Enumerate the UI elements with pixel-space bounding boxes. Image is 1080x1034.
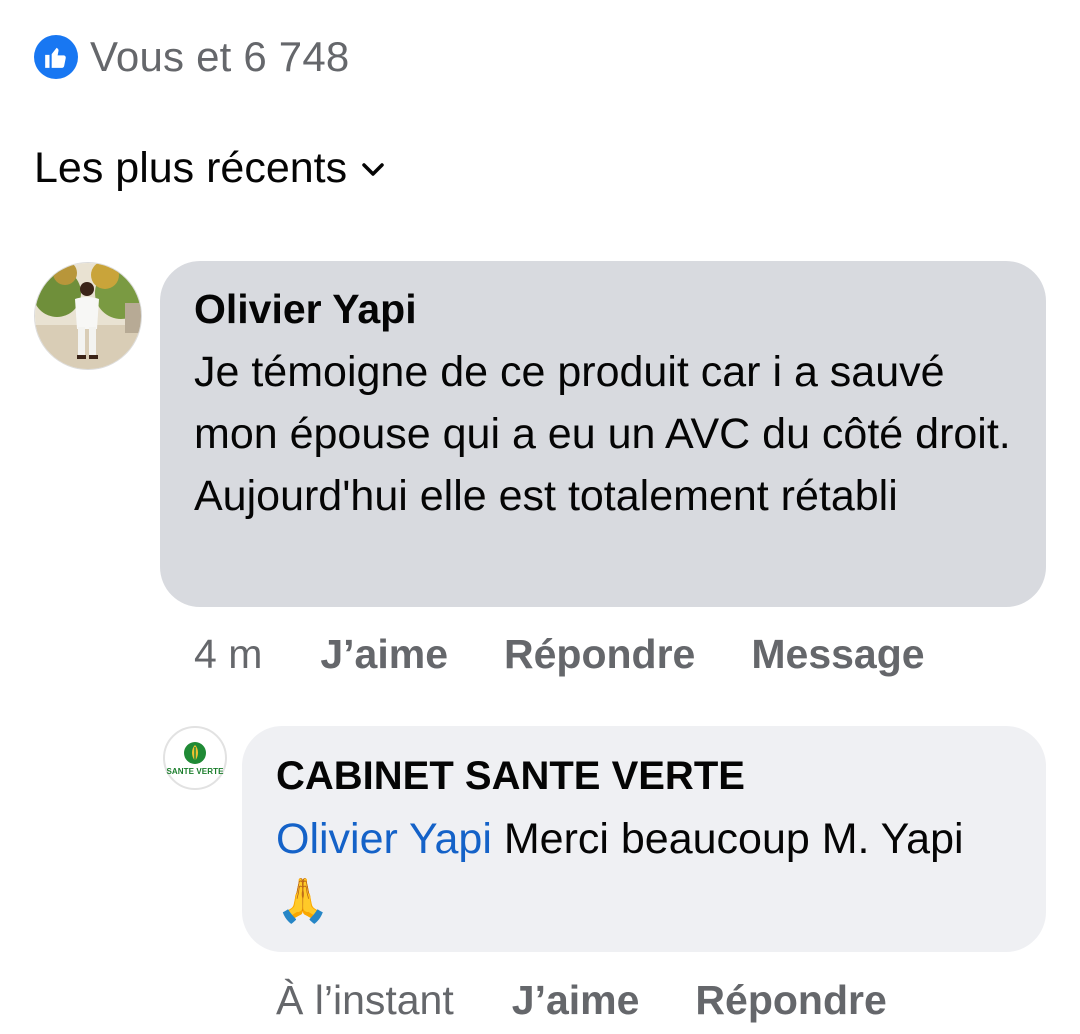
message-button[interactable]: Message xyxy=(751,631,924,678)
reply-reply-button[interactable]: Répondre xyxy=(695,977,886,1024)
comment-text: Je témoigne de ce produit car i a sauvé … xyxy=(194,348,1011,520)
reply-like-button[interactable]: J’aime xyxy=(512,977,640,1024)
reply-bubble: CABINET SANTE VERTE Olivier Yapi Merci b… xyxy=(242,726,1046,952)
chevron-down-icon xyxy=(361,162,385,178)
reply-timestamp[interactable]: À l’instant xyxy=(276,977,454,1024)
reply-actions: À l’instant J’aime Répondre xyxy=(276,972,943,1028)
reply-button[interactable]: Répondre xyxy=(504,631,695,678)
avatar[interactable] xyxy=(34,262,142,370)
reactions-count: Vous et 6 748 xyxy=(90,33,350,80)
page-avatar[interactable]: SANTE VERTE xyxy=(163,726,227,790)
comment-timestamp[interactable]: 4 m xyxy=(194,631,262,678)
reactions-summary[interactable]: Vous et 6 748 xyxy=(34,33,349,81)
mention-link[interactable]: Olivier Yapi xyxy=(276,815,492,863)
sort-dropdown[interactable]: Les plus récents xyxy=(34,140,385,196)
leaf-logo-icon xyxy=(184,741,206,764)
avatar-logo-text: SANTE VERTE xyxy=(166,766,224,776)
sort-label: Les plus récents xyxy=(34,143,348,192)
reply-text-block: Olivier Yapi Merci beaucoup M. Yapi 🙏 xyxy=(276,808,1012,932)
comment-author[interactable]: Olivier Yapi xyxy=(194,283,1012,335)
comment-bubble: Olivier Yapi Je témoigne de ce produit c… xyxy=(160,261,1046,607)
comment-actions: 4 m J’aime Répondre Message xyxy=(194,626,981,682)
like-button[interactable]: J’aime xyxy=(320,631,448,678)
like-icon xyxy=(34,35,78,79)
reply-author[interactable]: CABINET SANTE VERTE xyxy=(276,750,1012,802)
